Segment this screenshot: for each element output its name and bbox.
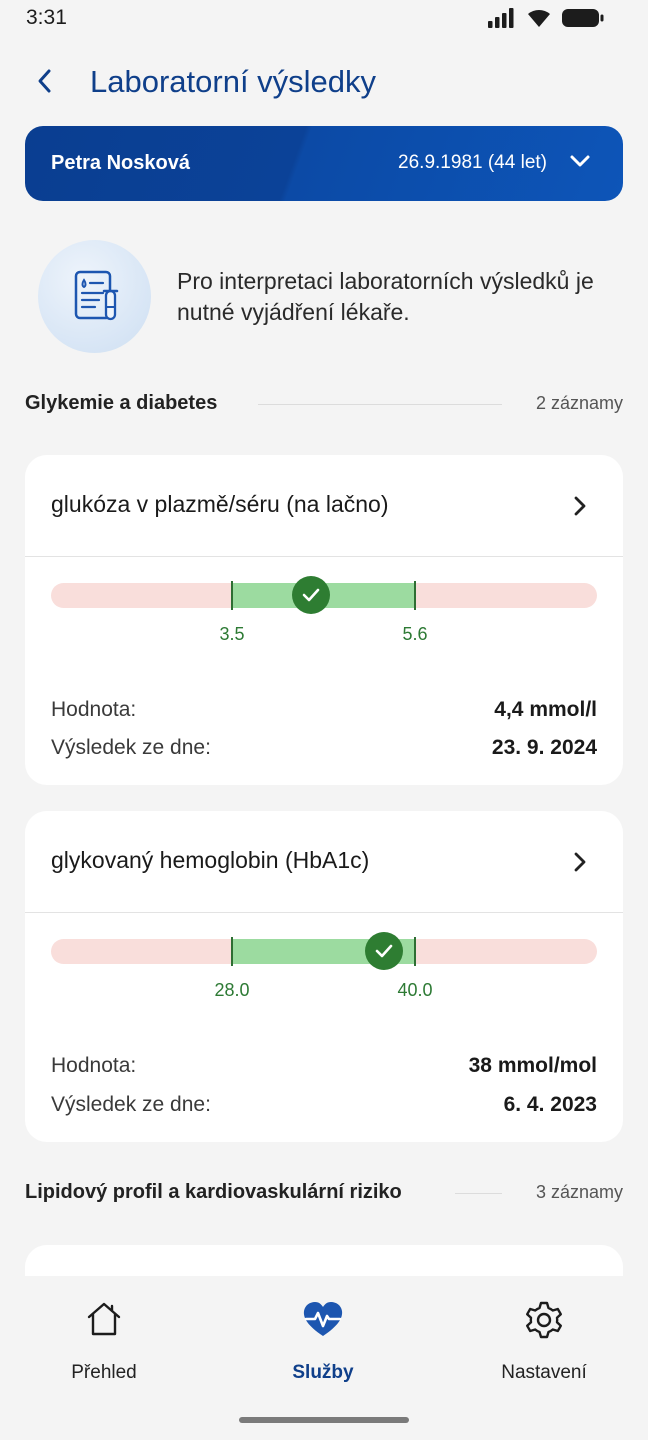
range-low-tick bbox=[231, 937, 233, 966]
date-label: Výsledek ze dne: bbox=[51, 1093, 211, 1116]
chevron-right-icon bbox=[573, 851, 587, 878]
lab-report-icon bbox=[74, 270, 119, 321]
nav-label: Služby bbox=[292, 1362, 354, 1383]
result-value: 4,4 mmol/l bbox=[494, 698, 597, 721]
section-header-lipids: Lipidový profil a kardiovaskulární rizik… bbox=[25, 1179, 623, 1209]
result-card-header[interactable]: glykovaný hemoglobin (HbA1c) bbox=[25, 811, 623, 913]
section-title: Glykemie a diabetes bbox=[25, 392, 218, 415]
value-label: Hodnota: bbox=[51, 1054, 137, 1077]
section-count: 2 záznamy bbox=[535, 393, 623, 413]
section-count: 3 záznamy bbox=[535, 1182, 623, 1202]
patient-name: Petra Nosková bbox=[51, 152, 190, 174]
chevron-down-icon bbox=[569, 153, 591, 174]
status-icons bbox=[488, 8, 604, 33]
result-card: glykovaný hemoglobin (HbA1c) 28.0 40.0 H… bbox=[25, 811, 623, 1142]
heart-pulse-icon bbox=[302, 1300, 344, 1343]
range-high-tick bbox=[414, 581, 416, 610]
patient-selector[interactable]: Petra Nosková 26.9.1981 (44 let) bbox=[25, 126, 623, 201]
patient-dob: 26.9.1981 (44 let) bbox=[398, 152, 547, 173]
page-title: Laboratorní výsledky bbox=[90, 64, 377, 99]
status-time: 3:31 bbox=[26, 6, 67, 29]
nav-item-settings[interactable]: Nastavení bbox=[469, 1298, 619, 1383]
result-title: glukóza v plazmě/séru (na lačno) bbox=[51, 491, 389, 517]
range-low-label: 3.5 bbox=[219, 624, 245, 644]
date-label: Výsledek ze dne: bbox=[51, 736, 211, 759]
bottom-navigation: Přehled Služby Nastavení bbox=[0, 1276, 648, 1440]
lab-report-illustration bbox=[38, 240, 151, 353]
result-date: 6. 4. 2023 bbox=[503, 1093, 597, 1116]
status-bar: 3:31 bbox=[0, 0, 648, 40]
nav-item-overview[interactable]: Přehled bbox=[29, 1298, 179, 1383]
value-marker bbox=[365, 932, 403, 970]
value-marker bbox=[292, 576, 330, 614]
nav-label: Nastavení bbox=[501, 1362, 587, 1383]
section-divider bbox=[258, 404, 502, 405]
chevron-left-icon bbox=[38, 69, 51, 93]
section-divider bbox=[455, 1193, 502, 1194]
header: Laboratorní výsledky bbox=[0, 56, 648, 110]
result-date: 23. 9. 2024 bbox=[491, 736, 597, 759]
range-low-tick bbox=[231, 581, 233, 610]
result-card: glukóza v plazmě/séru (na lačno) 3.5 5.6… bbox=[25, 455, 623, 785]
range-high-tick bbox=[414, 937, 416, 966]
interpretation-notice: Pro interpretaci laboratorních výsledků … bbox=[177, 268, 594, 325]
nav-label: Přehled bbox=[71, 1362, 137, 1383]
wifi-icon bbox=[526, 8, 552, 33]
check-icon bbox=[375, 944, 393, 958]
home-icon bbox=[84, 1300, 124, 1343]
range-high-label: 40.0 bbox=[397, 980, 433, 1000]
result-card-header[interactable]: glukóza v plazmě/séru (na lačno) bbox=[25, 455, 623, 557]
range-high-label: 5.6 bbox=[402, 624, 428, 644]
range-low-label: 28.0 bbox=[214, 980, 250, 1000]
home-indicator[interactable] bbox=[239, 1417, 409, 1423]
section-header-glycemia: Glykemie a diabetes 2 záznamy bbox=[25, 390, 623, 420]
gear-icon bbox=[524, 1300, 564, 1345]
result-value: 38 mmol/mol bbox=[468, 1054, 597, 1077]
signal-icon bbox=[488, 8, 516, 33]
result-title: glykovaný hemoglobin (HbA1c) bbox=[51, 847, 370, 873]
chevron-right-icon bbox=[573, 495, 587, 522]
check-icon bbox=[302, 588, 320, 602]
value-label: Hodnota: bbox=[51, 698, 137, 721]
battery-icon bbox=[562, 8, 604, 33]
section-title: Lipidový profil a kardiovaskulární rizik… bbox=[25, 1181, 402, 1204]
nav-item-services[interactable]: Služby bbox=[248, 1298, 398, 1383]
back-button[interactable] bbox=[28, 64, 62, 98]
